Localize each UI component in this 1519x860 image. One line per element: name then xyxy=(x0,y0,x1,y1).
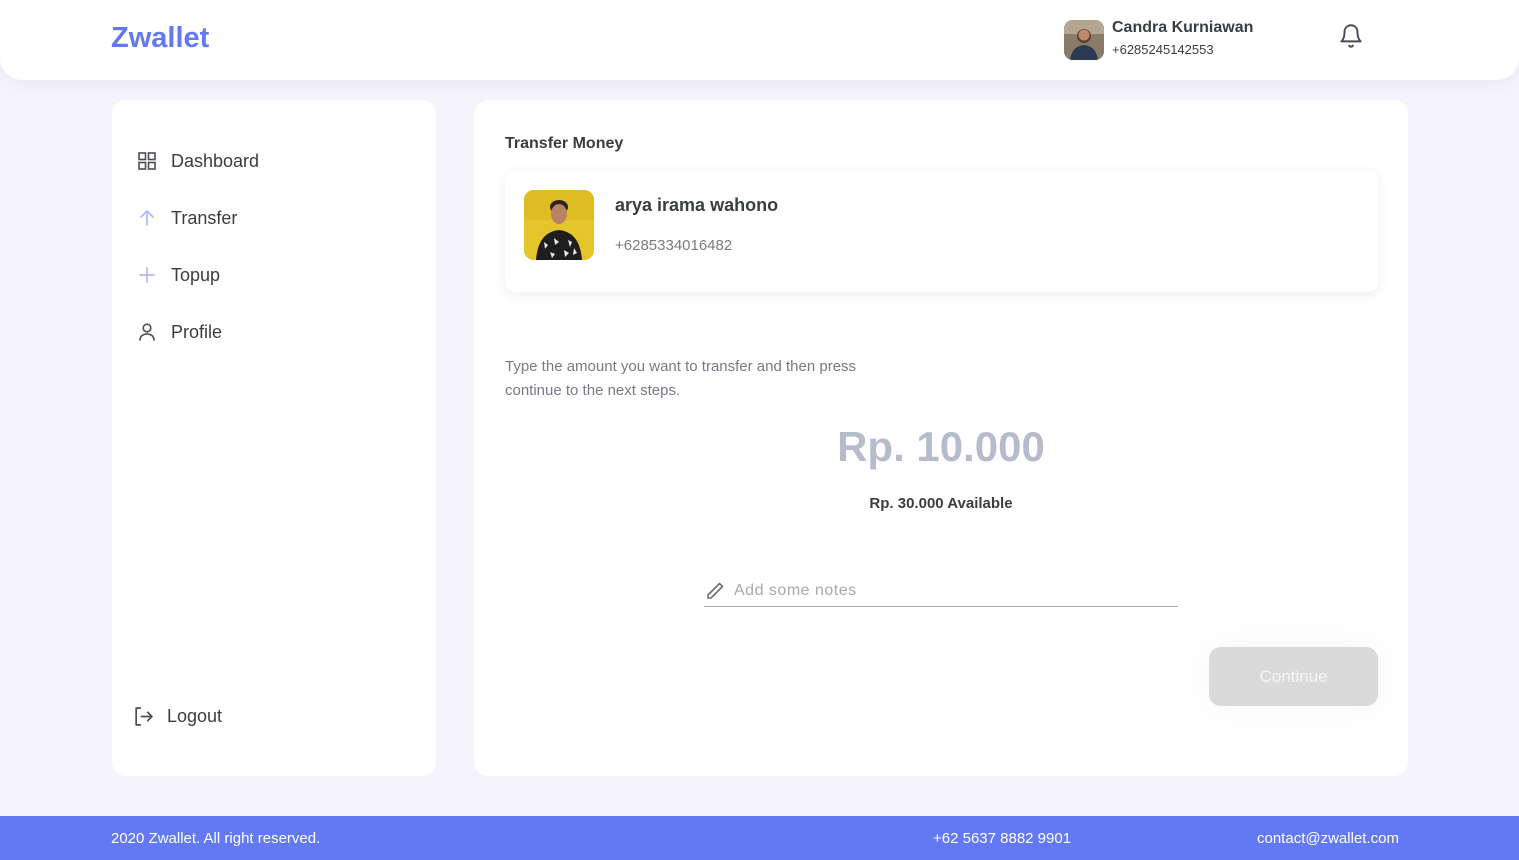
user-icon xyxy=(136,321,158,343)
page-title: Transfer Money xyxy=(505,135,624,152)
arrow-up-icon xyxy=(136,207,158,229)
receiver-name: arya irama wahono xyxy=(615,195,779,215)
receiver-avatar xyxy=(524,190,594,260)
grid-icon xyxy=(136,150,158,172)
transfer-panel: Transfer Money arya irama wahono +628533… xyxy=(474,100,1408,776)
available-balance: Rp. 30.000 Available xyxy=(869,495,1013,512)
logout-icon xyxy=(132,705,154,727)
sidebar-item-label: Transfer xyxy=(171,207,238,228)
notes-field xyxy=(704,576,1178,607)
logout-button[interactable]: Logout xyxy=(132,703,222,729)
sidebar-item-label: Profile xyxy=(171,321,223,342)
receiver-phone: +6285334016482 xyxy=(615,237,733,254)
user-avatar[interactable] xyxy=(1064,20,1104,60)
sidebar-item-label: Topup xyxy=(171,264,221,285)
sidebar-item-transfer[interactable]: Transfer xyxy=(136,205,237,231)
sidebar-item-profile[interactable]: Profile xyxy=(136,319,222,345)
footer-email[interactable]: contact@zwallet.com xyxy=(1257,830,1399,847)
continue-button[interactable]: Continue xyxy=(1209,647,1378,706)
receiver-card: arya irama wahono +6285334016482 xyxy=(505,171,1378,292)
footer: 2020 Zwallet. All right reserved. +62 56… xyxy=(0,816,1519,860)
sidebar-item-label: Dashboard xyxy=(171,150,260,171)
user-name: Candra Kurniawan xyxy=(1112,19,1254,36)
amount-display[interactable]: Rp. 10.000 xyxy=(474,423,1408,471)
footer-phone: +62 5637 8882 9901 xyxy=(933,830,1072,847)
logout-label: Logout xyxy=(167,705,223,726)
bell-icon[interactable] xyxy=(1338,22,1364,50)
user-phone: +6285245142553 xyxy=(1112,42,1214,57)
sidebar-item-topup[interactable]: Topup xyxy=(136,262,220,288)
plus-icon xyxy=(136,264,158,286)
notes-input[interactable] xyxy=(734,579,1174,603)
top-header: Zwallet Candra Kurniawan +6285245142553 xyxy=(0,0,1519,80)
sidebar: Dashboard Transfer Topup Profile Logout xyxy=(112,100,436,776)
footer-copyright: 2020 Zwallet. All right reserved. xyxy=(111,830,321,847)
app-logo[interactable]: Zwallet xyxy=(111,22,209,55)
instruction-text: Type the amount you want to transfer and… xyxy=(505,358,857,399)
pencil-icon xyxy=(704,580,726,602)
sidebar-item-dashboard[interactable]: Dashboard xyxy=(136,148,259,174)
